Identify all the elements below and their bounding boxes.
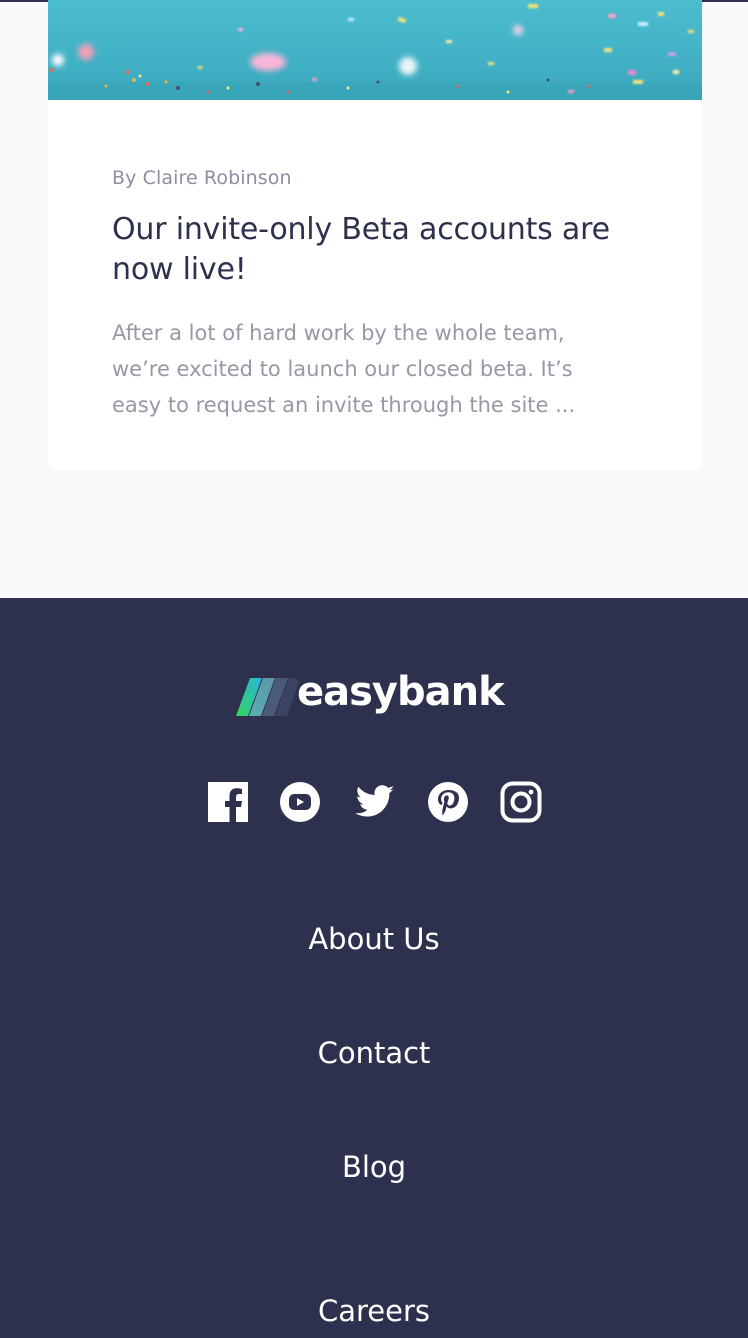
footer: easybank About Us Contact Blog Careers: [0, 598, 748, 1338]
footer-link-about-us[interactable]: About Us: [0, 922, 748, 956]
pinterest-icon[interactable]: [427, 781, 471, 825]
logo-mark-icon: [236, 678, 299, 716]
instagram-icon[interactable]: [500, 781, 544, 825]
youtube-icon[interactable]: [279, 781, 323, 825]
twitter-icon[interactable]: [353, 781, 397, 825]
logo-wordmark: easybank: [297, 669, 505, 715]
article-title[interactable]: Our invite-only Beta accounts are now li…: [112, 210, 652, 290]
page: By Claire Robinson Our invite-only Beta …: [0, 0, 748, 1338]
article-image-confetti: [48, 0, 702, 100]
footer-link-blog[interactable]: Blog: [0, 1150, 748, 1184]
article-card[interactable]: By Claire Robinson Our invite-only Beta …: [48, 0, 702, 470]
footer-link-careers[interactable]: Careers: [0, 1294, 748, 1328]
article-excerpt: After a lot of hard work by the whole te…: [112, 321, 576, 417]
footer-link-contact[interactable]: Contact: [0, 1036, 748, 1070]
footer-logo[interactable]: easybank: [235, 669, 515, 723]
article-author: By Claire Robinson: [112, 167, 292, 189]
social-links: [207, 781, 547, 825]
facebook-icon[interactable]: [207, 781, 251, 825]
